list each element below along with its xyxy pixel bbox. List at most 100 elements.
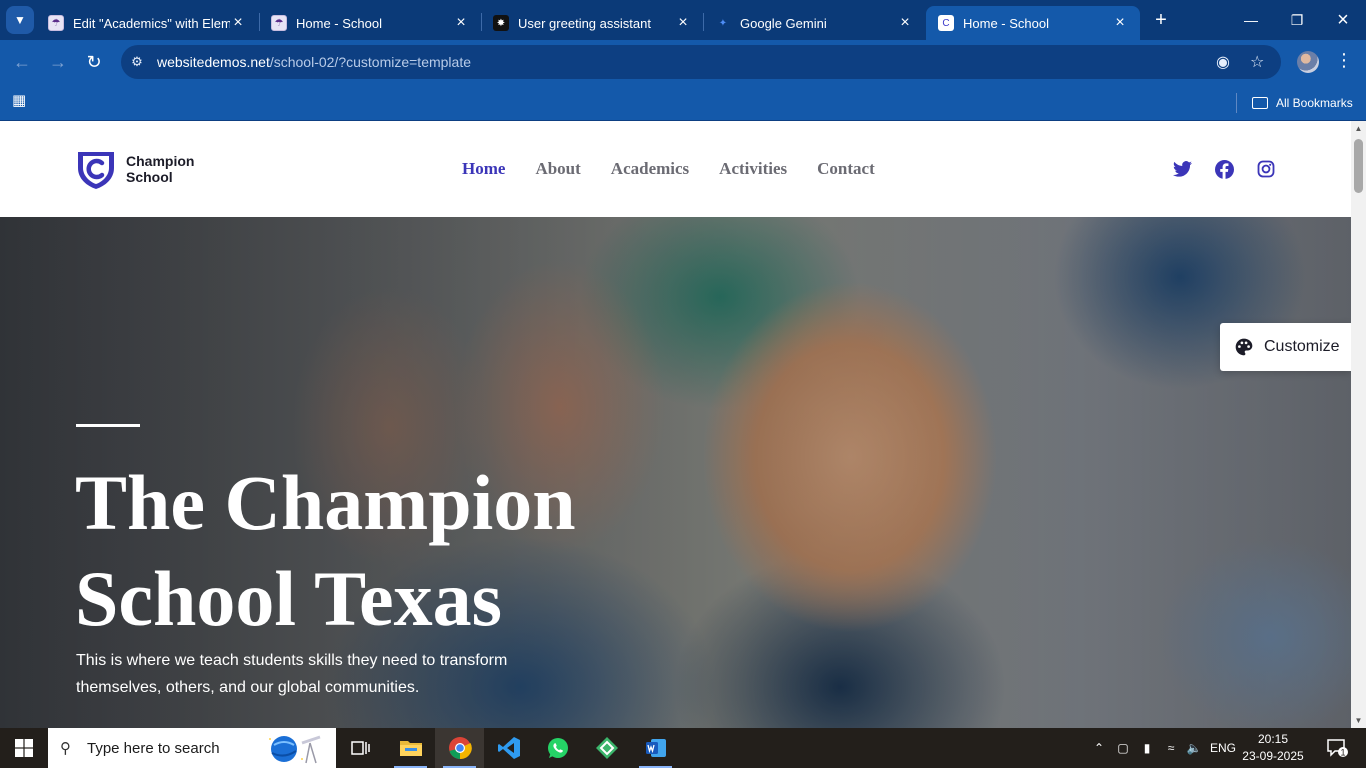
openai-icon: ✸ bbox=[493, 15, 509, 31]
search-highlight-globe-telescope-icon bbox=[269, 735, 321, 764]
whatsapp-icon bbox=[547, 738, 568, 758]
scroll-up-arrow-icon[interactable]: ▲ bbox=[1351, 121, 1366, 136]
bookmark-star-icon[interactable]: ☆ bbox=[1250, 52, 1264, 72]
bookmarks-separator bbox=[1236, 93, 1237, 113]
nav-home[interactable]: Home bbox=[462, 159, 505, 179]
close-window-button[interactable]: × bbox=[1320, 0, 1366, 40]
vscode-icon bbox=[497, 737, 520, 759]
task-view-button[interactable] bbox=[336, 728, 385, 768]
arrow-left-icon: ← bbox=[13, 51, 31, 72]
folder-icon bbox=[399, 741, 422, 756]
close-icon[interactable]: × bbox=[230, 15, 246, 31]
input-language[interactable]: ENG bbox=[1208, 728, 1238, 768]
all-bookmarks-button[interactable]: All Bookmarks bbox=[1252, 93, 1353, 113]
bookmarks-bar: ▦ All Bookmarks bbox=[0, 85, 1366, 121]
tab-home-school-active[interactable]: C Home - School × bbox=[926, 6, 1140, 40]
logo-line-2: School bbox=[126, 169, 173, 185]
task-view-icon bbox=[350, 741, 370, 755]
windows-taskbar: ⚲ Type here to search ⌃ ▢ ▮ ≈ 🔈 ENG 20:1… bbox=[0, 728, 1366, 768]
plus-icon: + bbox=[1155, 9, 1167, 31]
start-button[interactable] bbox=[0, 728, 48, 768]
notification-center-button[interactable]: 1 bbox=[1318, 728, 1358, 768]
tab-title: Home - School bbox=[296, 15, 382, 31]
palette-icon bbox=[1235, 338, 1253, 356]
instagram-icon[interactable] bbox=[1256, 159, 1276, 179]
taskbar-whatsapp[interactable] bbox=[533, 728, 582, 768]
tab-title: User greeting assistant bbox=[518, 15, 651, 31]
taskbar-clock[interactable]: 20:15 23-09-2025 bbox=[1240, 731, 1306, 765]
arrow-right-icon: → bbox=[49, 51, 67, 72]
scroll-thumb[interactable] bbox=[1354, 139, 1363, 193]
notification-count: 1 bbox=[1340, 748, 1345, 758]
new-tab-button[interactable]: + bbox=[1150, 9, 1172, 31]
site-header: Champion School Home About Academics Act… bbox=[0, 121, 1351, 217]
close-icon[interactable]: × bbox=[1112, 15, 1128, 31]
nav-academics[interactable]: Academics bbox=[611, 159, 689, 179]
browser-tab-strip: ▼ ☂ Edit "Academics" with Elementor × ☂ … bbox=[0, 0, 1366, 40]
tab-home-school[interactable]: ☂ Home - School × bbox=[259, 6, 481, 40]
tab-search-button[interactable]: ▼ bbox=[6, 6, 34, 34]
close-icon[interactable]: × bbox=[897, 15, 913, 31]
address-bar[interactable]: ⚙ websitedemos.net/school-02/?customize=… bbox=[121, 45, 1281, 79]
tab-user-greeting[interactable]: ✸ User greeting assistant × bbox=[481, 6, 703, 40]
hero-section: The Champion School Texas This is where … bbox=[0, 217, 1351, 728]
minimize-icon: — bbox=[1244, 12, 1258, 28]
word-icon bbox=[645, 739, 666, 757]
tab-edit-academics[interactable]: ☂ Edit "Academics" with Elementor × bbox=[36, 6, 258, 40]
hero-divider bbox=[76, 424, 140, 427]
url-path: /school-02/?customize=template bbox=[269, 54, 472, 70]
restore-button[interactable]: ❐ bbox=[1274, 0, 1320, 40]
screen: ▼ ☂ Edit "Academics" with Elementor × ☂ … bbox=[0, 0, 1366, 768]
nav-about[interactable]: About bbox=[535, 159, 580, 179]
customize-label: Customize bbox=[1264, 338, 1340, 355]
taskbar-vscode[interactable] bbox=[484, 728, 533, 768]
all-bookmarks-label: All Bookmarks bbox=[1276, 96, 1353, 110]
taskbar-file-explorer[interactable] bbox=[386, 728, 435, 768]
browser-toolbar: ← → ↻ ⚙ websitedemos.net/school-02/?cust… bbox=[0, 40, 1366, 85]
nav-activities[interactable]: Activities bbox=[719, 159, 787, 179]
folder-icon bbox=[1252, 97, 1268, 109]
page-scrollbar[interactable]: ▲ ▼ bbox=[1351, 121, 1366, 728]
profile-avatar[interactable] bbox=[1297, 51, 1319, 73]
nav-contact[interactable]: Contact bbox=[817, 159, 875, 179]
reload-button[interactable]: ↻ bbox=[80, 48, 108, 76]
twitter-icon[interactable] bbox=[1172, 159, 1192, 179]
close-icon[interactable]: × bbox=[453, 15, 469, 31]
chrome-icon bbox=[448, 737, 472, 760]
tab-title: Edit "Academics" with Elementor bbox=[73, 15, 230, 31]
scroll-down-arrow-icon[interactable]: ▼ bbox=[1351, 713, 1366, 728]
shield-logo-icon[interactable] bbox=[75, 148, 117, 190]
search-icon: ⚲ bbox=[60, 740, 71, 757]
volume-icon[interactable]: 🔈 bbox=[1183, 728, 1205, 768]
minimize-button[interactable]: — bbox=[1228, 0, 1274, 40]
more-menu-icon[interactable]: ⋮ bbox=[1334, 50, 1354, 71]
taskbar-word[interactable] bbox=[631, 728, 680, 768]
meet-now-icon[interactable]: ▢ bbox=[1112, 728, 1134, 768]
wifi-icon[interactable]: ≈ bbox=[1160, 728, 1182, 768]
tab-title: Home - School bbox=[963, 15, 1049, 31]
customize-button[interactable]: Customize bbox=[1220, 323, 1351, 371]
taskbar-app-green[interactable] bbox=[582, 728, 631, 768]
diamond-app-icon bbox=[595, 737, 618, 759]
taskbar-chrome[interactable] bbox=[435, 728, 484, 768]
restore-icon: ❐ bbox=[1290, 11, 1304, 28]
page-viewport: Champion School Home About Academics Act… bbox=[0, 121, 1351, 728]
apps-grid-icon[interactable]: ▦ bbox=[12, 93, 28, 109]
forward-button[interactable]: → bbox=[44, 48, 72, 76]
hero-title: The Champion School Texas bbox=[75, 455, 695, 647]
site-logo-text[interactable]: Champion School bbox=[126, 153, 246, 185]
close-icon: × bbox=[1337, 8, 1349, 31]
back-button[interactable]: ← bbox=[8, 48, 36, 76]
tracking-protection-eye-off-icon[interactable]: ◉ bbox=[1216, 52, 1230, 72]
facebook-icon[interactable] bbox=[1214, 159, 1234, 179]
tab-google-gemini[interactable]: ✦ Google Gemini × bbox=[703, 6, 925, 40]
battery-icon[interactable]: ▮ bbox=[1136, 728, 1158, 768]
show-hidden-icons-chevron-up-icon[interactable]: ⌃ bbox=[1088, 728, 1110, 768]
url-domain: websitedemos.net bbox=[157, 54, 270, 70]
gemini-icon: ✦ bbox=[718, 17, 728, 29]
close-icon[interactable]: × bbox=[675, 15, 691, 31]
taskbar-search-placeholder: Type here to search bbox=[87, 739, 220, 757]
tab-title: Google Gemini bbox=[740, 15, 827, 31]
site-info-icon[interactable]: ⚙ bbox=[127, 54, 147, 70]
notification-icon: 1 bbox=[1327, 739, 1348, 758]
